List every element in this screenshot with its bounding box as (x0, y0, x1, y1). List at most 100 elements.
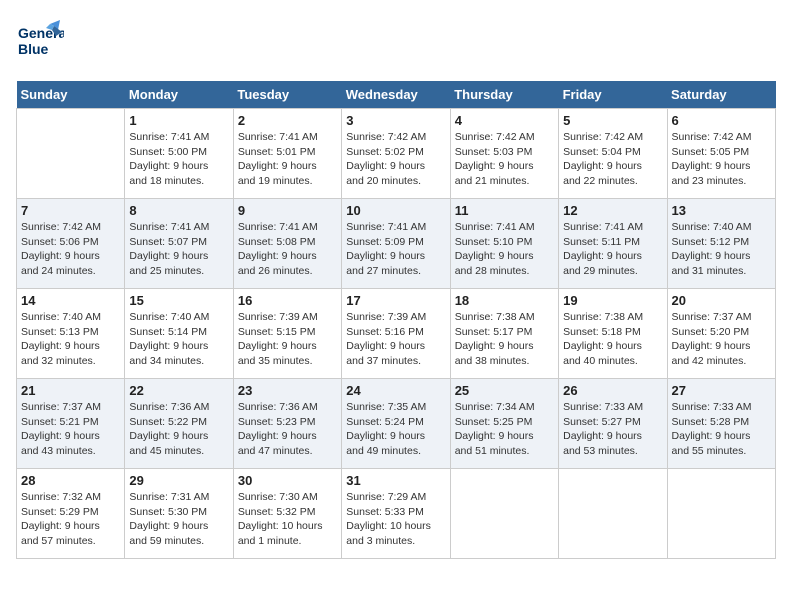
calendar-cell (559, 469, 667, 559)
calendar-cell: 21 Sunrise: 7:37 AMSunset: 5:21 PMDayligh… (17, 379, 125, 469)
day-number: 4 (455, 113, 554, 128)
day-info: Sunrise: 7:40 AMSunset: 5:13 PMDaylight:… (21, 310, 120, 369)
calendar-cell: 29Sunrise: 7:31 AMSunset: 5:30 PMDayligh… (125, 469, 233, 559)
day-number: 10 (346, 203, 445, 218)
day-info: Sunrise: 7:41 AMSunset: 5:11 PMDaylight:… (563, 220, 662, 279)
calendar-week-row: 1 Sunrise: 7:41 AMSunset: 5:00 PMDaylight… (17, 109, 776, 199)
calendar-week-row: 21 Sunrise: 7:37 AMSunset: 5:21 PMDayligh… (17, 379, 776, 469)
day-number: 16 (238, 293, 337, 308)
day-number: 20 (672, 293, 771, 308)
day-number: 27 (672, 383, 771, 398)
day-info: Sunrise: 7:41 AMSunset: 5:00 PMDaylight:… (129, 130, 228, 189)
day-number: 23 (238, 383, 337, 398)
calendar-cell: 1 Sunrise: 7:41 AMSunset: 5:00 PMDaylight… (125, 109, 233, 199)
calendar-cell: 5 Sunrise: 7:42 AMSunset: 5:04 PMDaylight… (559, 109, 667, 199)
day-info: Sunrise: 7:34 AMSunset: 5:25 PMDaylight:… (455, 400, 554, 459)
day-number: 1 (129, 113, 228, 128)
day-info: Sunrise: 7:42 AMSunset: 5:03 PMDaylight:… (455, 130, 554, 189)
page-header: General Blue (16, 16, 776, 69)
day-info: Sunrise: 7:38 AMSunset: 5:17 PMDaylight:… (455, 310, 554, 369)
calendar-cell: 17 Sunrise: 7:39 AMSunset: 5:16 PMDayligh… (342, 289, 450, 379)
calendar-cell: 7Sunrise: 7:42 AMSunset: 5:06 PMDaylight… (17, 199, 125, 289)
day-info: Sunrise: 7:36 AMSunset: 5:23 PMDaylight:… (238, 400, 337, 459)
day-number: 13 (672, 203, 771, 218)
calendar-week-row: 14 Sunrise: 7:40 AMSunset: 5:13 PMDayligh… (17, 289, 776, 379)
day-number: 19 (563, 293, 662, 308)
calendar-cell: 16 Sunrise: 7:39 AMSunset: 5:15 PMDayligh… (233, 289, 341, 379)
day-number: 2 (238, 113, 337, 128)
day-info: Sunrise: 7:39 AMSunset: 5:16 PMDaylight:… (346, 310, 445, 369)
column-header-sunday: Sunday (17, 81, 125, 109)
day-number: 21 (21, 383, 120, 398)
day-number: 29 (129, 473, 228, 488)
calendar-cell: 27Sunrise: 7:33 AMSunset: 5:28 PMDayligh… (667, 379, 775, 469)
day-number: 24 (346, 383, 445, 398)
day-info: Sunrise: 7:38 AMSunset: 5:18 PMDaylight:… (563, 310, 662, 369)
day-number: 15 (129, 293, 228, 308)
day-number: 18 (455, 293, 554, 308)
calendar-cell: 28Sunrise: 7:32 AMSunset: 5:29 PMDayligh… (17, 469, 125, 559)
calendar-cell: 11 Sunrise: 7:41 AMSunset: 5:10 PMDayligh… (450, 199, 558, 289)
column-header-tuesday: Tuesday (233, 81, 341, 109)
day-info: Sunrise: 7:42 AMSunset: 5:04 PMDaylight:… (563, 130, 662, 189)
calendar-cell: 8 Sunrise: 7:41 AMSunset: 5:07 PMDaylight… (125, 199, 233, 289)
calendar-cell: 4 Sunrise: 7:42 AMSunset: 5:03 PMDaylight… (450, 109, 558, 199)
day-info: Sunrise: 7:41 AMSunset: 5:01 PMDaylight:… (238, 130, 337, 189)
day-number: 22 (129, 383, 228, 398)
logo: General Blue (16, 16, 64, 69)
day-number: 31 (346, 473, 445, 488)
day-number: 11 (455, 203, 554, 218)
day-info: Sunrise: 7:37 AMSunset: 5:20 PMDaylight:… (672, 310, 771, 369)
day-number: 12 (563, 203, 662, 218)
column-header-wednesday: Wednesday (342, 81, 450, 109)
calendar-cell: 9 Sunrise: 7:41 AMSunset: 5:08 PMDaylight… (233, 199, 341, 289)
calendar-cell (450, 469, 558, 559)
calendar-table: SundayMondayTuesdayWednesdayThursdayFrid… (16, 81, 776, 559)
day-info: Sunrise: 7:40 AMSunset: 5:12 PMDaylight:… (672, 220, 771, 279)
day-info: Sunrise: 7:41 AMSunset: 5:09 PMDaylight:… (346, 220, 445, 279)
calendar-week-row: 28Sunrise: 7:32 AMSunset: 5:29 PMDayligh… (17, 469, 776, 559)
svg-text:Blue: Blue (18, 41, 49, 57)
day-info: Sunrise: 7:40 AMSunset: 5:14 PMDaylight:… (129, 310, 228, 369)
day-number: 30 (238, 473, 337, 488)
day-info: Sunrise: 7:33 AMSunset: 5:27 PMDaylight:… (563, 400, 662, 459)
day-number: 17 (346, 293, 445, 308)
calendar-cell: 26Sunrise: 7:33 AMSunset: 5:27 PMDayligh… (559, 379, 667, 469)
calendar-cell (17, 109, 125, 199)
day-number: 8 (129, 203, 228, 218)
calendar-cell: 10 Sunrise: 7:41 AMSunset: 5:09 PMDayligh… (342, 199, 450, 289)
calendar-cell: 25Sunrise: 7:34 AMSunset: 5:25 PMDayligh… (450, 379, 558, 469)
calendar-cell: 18 Sunrise: 7:38 AMSunset: 5:17 PMDayligh… (450, 289, 558, 379)
day-info: Sunrise: 7:37 AMSunset: 5:21 PMDaylight:… (21, 400, 120, 459)
day-info: Sunrise: 7:36 AMSunset: 5:22 PMDaylight:… (129, 400, 228, 459)
day-number: 14 (21, 293, 120, 308)
column-header-monday: Monday (125, 81, 233, 109)
calendar-cell: 13 Sunrise: 7:40 AMSunset: 5:12 PMDayligh… (667, 199, 775, 289)
day-info: Sunrise: 7:42 AMSunset: 5:05 PMDaylight:… (672, 130, 771, 189)
day-info: Sunrise: 7:32 AMSunset: 5:29 PMDaylight:… (21, 490, 120, 549)
calendar-cell: 30 Sunrise: 7:30 AMSunset: 5:32 PMDayligh… (233, 469, 341, 559)
logo-icon: General Blue (16, 16, 64, 64)
day-number: 9 (238, 203, 337, 218)
day-info: Sunrise: 7:42 AMSunset: 5:02 PMDaylight:… (346, 130, 445, 189)
column-header-friday: Friday (559, 81, 667, 109)
day-info: Sunrise: 7:41 AMSunset: 5:07 PMDaylight:… (129, 220, 228, 279)
calendar-cell: 12 Sunrise: 7:41 AMSunset: 5:11 PMDayligh… (559, 199, 667, 289)
day-info: Sunrise: 7:41 AMSunset: 5:10 PMDaylight:… (455, 220, 554, 279)
calendar-cell: 20 Sunrise: 7:37 AMSunset: 5:20 PMDayligh… (667, 289, 775, 379)
calendar-cell: 19 Sunrise: 7:38 AMSunset: 5:18 PMDayligh… (559, 289, 667, 379)
calendar-cell (667, 469, 775, 559)
calendar-cell: 15 Sunrise: 7:40 AMSunset: 5:14 PMDayligh… (125, 289, 233, 379)
calendar-cell: 22 Sunrise: 7:36 AMSunset: 5:22 PMDayligh… (125, 379, 233, 469)
calendar-cell: 14 Sunrise: 7:40 AMSunset: 5:13 PMDayligh… (17, 289, 125, 379)
calendar-cell: 23 Sunrise: 7:36 AMSunset: 5:23 PMDayligh… (233, 379, 341, 469)
day-info: Sunrise: 7:30 AMSunset: 5:32 PMDaylight:… (238, 490, 337, 549)
day-info: Sunrise: 7:42 AMSunset: 5:06 PMDaylight:… (21, 220, 120, 279)
day-info: Sunrise: 7:41 AMSunset: 5:08 PMDaylight:… (238, 220, 337, 279)
day-number: 5 (563, 113, 662, 128)
day-info: Sunrise: 7:35 AMSunset: 5:24 PMDaylight:… (346, 400, 445, 459)
calendar-cell: 6 Sunrise: 7:42 AMSunset: 5:05 PMDaylight… (667, 109, 775, 199)
calendar-week-row: 7Sunrise: 7:42 AMSunset: 5:06 PMDaylight… (17, 199, 776, 289)
day-number: 6 (672, 113, 771, 128)
day-info: Sunrise: 7:39 AMSunset: 5:15 PMDaylight:… (238, 310, 337, 369)
